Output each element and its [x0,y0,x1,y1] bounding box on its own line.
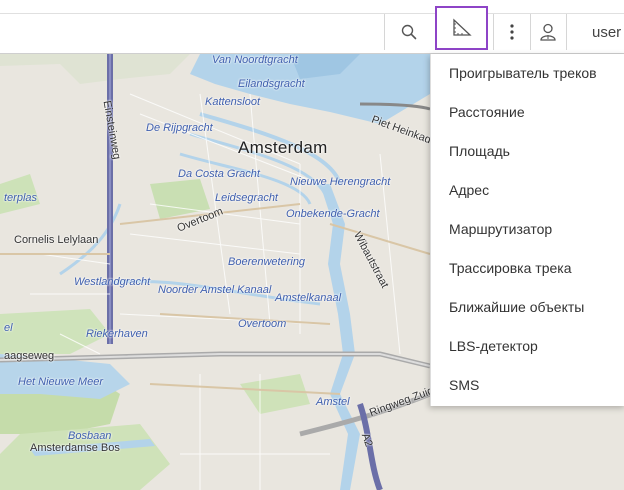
menu-item-router[interactable]: Маршрутизатор [431,210,624,249]
menu-item-lbs-detector[interactable]: LBS-детектор [431,327,624,366]
search-button[interactable] [385,14,433,50]
map-label: Nieuwe Herengracht [290,176,391,188]
measure-tools-menu: Проигрыватель треков Расстояние Площадь … [430,54,624,406]
more-options-button[interactable] [494,14,530,50]
top-toolbar: user [0,0,624,54]
username-label: user [592,23,622,41]
measure-ruler-icon [452,18,472,36]
menu-item-distance[interactable]: Расстояние [431,93,624,132]
map-label: Westlandgracht [74,276,151,288]
map-label: aagseweg [4,350,55,362]
menu-item-sms[interactable]: SMS [431,366,624,405]
map-label: Kattensloot [205,96,261,108]
map-label: Bosbaan [68,430,112,442]
map-label: Amsterdamse Bos [30,442,120,454]
map-label: Amstel [316,396,350,408]
map-label: Onbekende-Gracht [286,208,380,220]
map-label: Overtoom [238,318,287,330]
map-label: terplas [4,192,38,204]
map-label: Leidsegracht [215,192,278,204]
user-avatar-button[interactable] [531,14,565,50]
map-label: Boerenwetering [228,256,306,268]
map-label: el [4,322,13,334]
menu-item-track-player[interactable]: Проигрыватель треков [431,54,624,93]
more-vertical-icon [510,24,514,40]
map-city-label: Amsterdam [238,138,328,157]
map-label: Het Nieuwe Meer [18,376,103,388]
measure-tool-button[interactable] [435,6,488,50]
search-icon [401,24,417,40]
map-label: Cornelis Lelylaan [14,234,99,246]
map-label: Noorder Amstel Kanaal [158,284,272,296]
map-label: De Rijpgracht [146,122,213,134]
menu-item-area[interactable]: Площадь [431,132,624,171]
map-label: Da Costa Gracht [178,168,260,180]
menu-item-address[interactable]: Адрес [431,171,624,210]
user-icon [540,23,556,41]
map-label: Van Noordtgracht [212,54,298,66]
map-label: Eilandsgracht [238,78,305,90]
user-menu-button[interactable]: user [567,14,624,50]
menu-item-nearest-objects[interactable]: Ближайшие объекты [431,288,624,327]
menu-item-track-tracing[interactable]: Трассировка трека [431,249,624,288]
map-label: Amstelkanaal [275,292,342,304]
map-label: Riekerhaven [86,328,148,340]
